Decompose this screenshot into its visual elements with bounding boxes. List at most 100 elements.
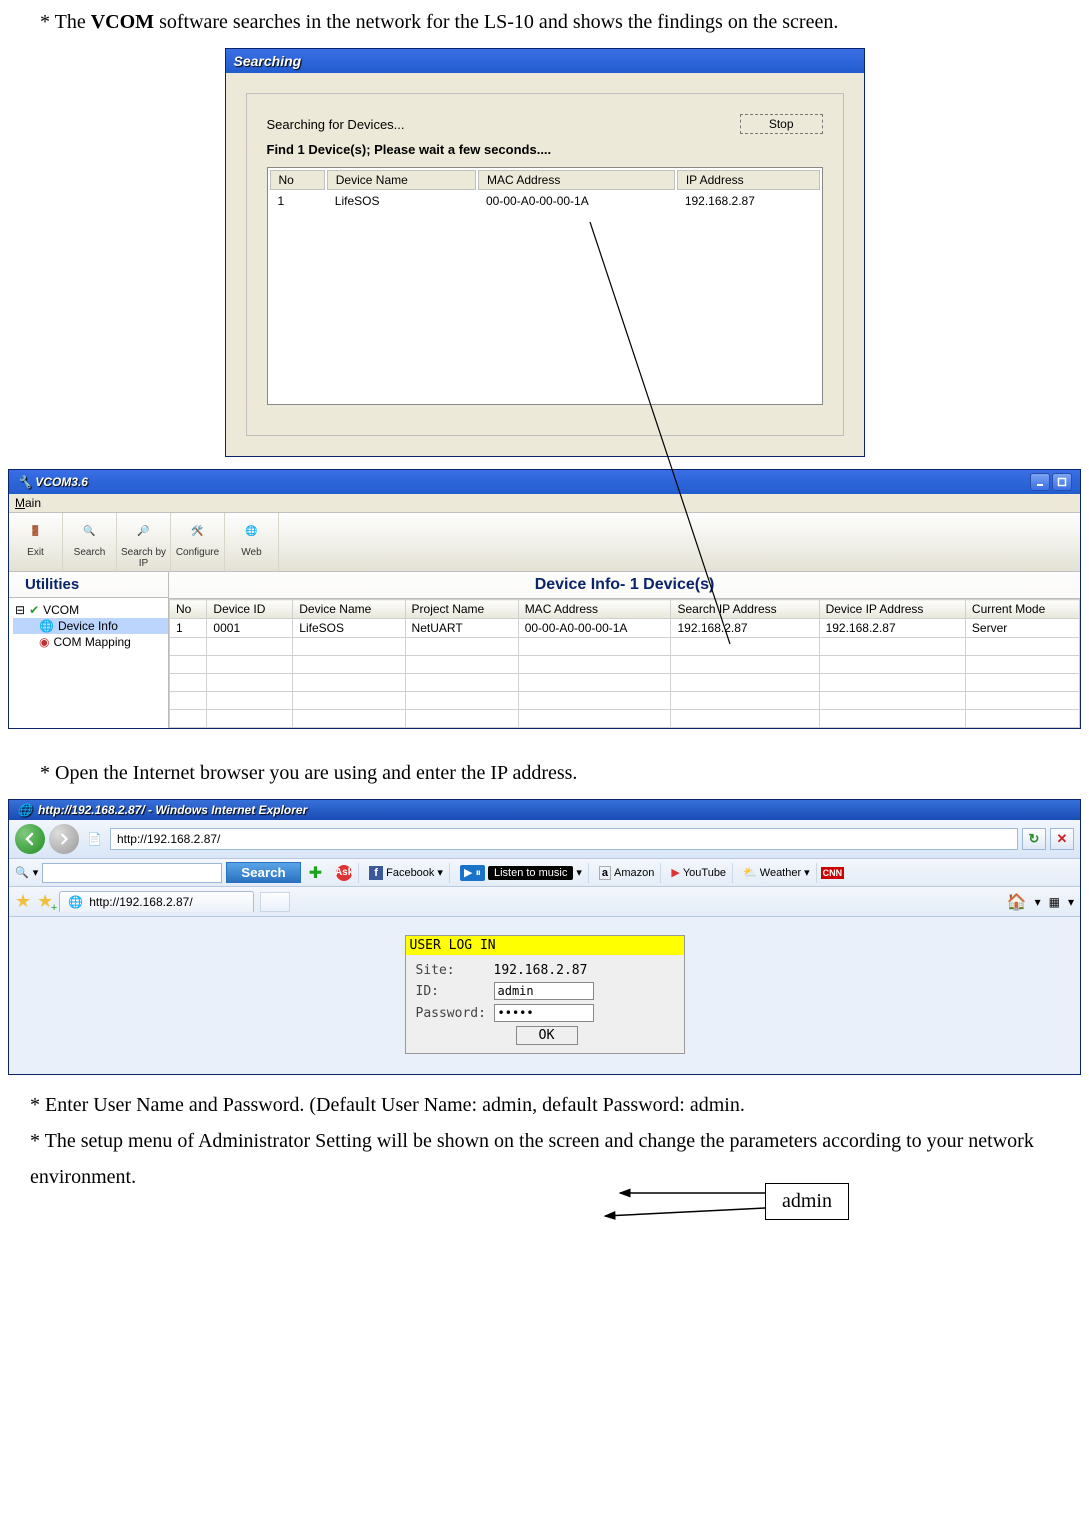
final-instructions: * Enter User Name and Password. (Default… [30,1087,1059,1195]
password-label: Password: [416,1006,488,1021]
stop-button[interactable]: Stop [740,114,823,134]
maximize-button[interactable] [1052,473,1072,491]
ie-window: 🌐 http://192.168.2.87/ - Windows Interne… [8,799,1081,1075]
ie-title-text: http://192.168.2.87/ - Windows Internet … [38,803,307,817]
toolbar-web[interactable]: 🌐Web [225,513,279,571]
device-grid: No Device ID Device Name Project Name MA… [169,599,1080,728]
vcom-title-text: VCOM3.6 [35,475,88,489]
back-button[interactable] [15,824,45,854]
vcom-toolbar: 🚪Exit 🔍Search 🔎Search by IP 🛠️Configure … [9,513,1080,572]
instr-credentials: * Enter User Name and Password. (Default… [30,1087,1059,1123]
intro-vcom: VCOM [91,11,154,33]
instr-admin-setting: * The setup menu of Administrator Settin… [30,1123,1059,1195]
step-open-browser: * Open the Internet browser you are usin… [40,759,1049,787]
grid-col-mode[interactable]: Current Mode [965,600,1079,619]
toolbar-exit[interactable]: 🚪Exit [9,513,63,571]
address-input[interactable] [110,828,1018,850]
grid-col-id[interactable]: Device ID [207,600,293,619]
site-label: Site: [416,963,488,978]
plus-icon[interactable]: ✚ [305,863,326,883]
login-panel: USER LOG IN Site: 192.168.2.87 ID: Passw… [405,935,685,1054]
minus-icon: ⊟ [15,603,25,617]
globe-icon: 🌐 [238,517,266,545]
intro-line: * The VCOM software searches in the netw… [40,8,1049,36]
col-no[interactable]: No [270,170,325,190]
searching-label: Searching for Devices... [267,117,405,132]
amazon-link[interactable]: aAmazon [593,863,661,883]
login-title: USER LOG IN [406,936,684,955]
col-ip[interactable]: IP Address [677,170,820,190]
tree-root-vcom[interactable]: ⊟✔VCOM [13,602,168,618]
intro-rest: software searches in the network for the… [154,11,838,33]
utilities-header: Utilities [9,572,168,598]
com-icon: ◉ [39,635,49,649]
refresh-button[interactable]: ↻ [1022,828,1046,850]
searching-results-table: No Device Name MAC Address IP Address 1 … [267,167,823,405]
tools-icon: 🛠️ [184,517,212,545]
favorites-star-icon[interactable]: ★ [15,891,31,912]
vcom-tree: ⊟✔VCOM 🌐Device Info ◉COM Mapping [9,598,168,728]
site-value: 192.168.2.87 [494,963,588,978]
toolbar-search[interactable]: 🔍Search [63,513,117,571]
search-button[interactable]: Search [226,862,300,883]
ie-tab-row: ★ ★+ 🌐 http://192.168.2.87/ 🏠▾ ▦▾ [9,887,1080,917]
searching-dialog: Searching Searching for Devices... Stop … [225,48,865,457]
home-icon[interactable]: 🏠 [1007,892,1027,912]
add-favorite-icon[interactable]: ★+ [37,891,53,912]
cell-ip: 192.168.2.87 [677,192,820,210]
toolbar-configure[interactable]: 🛠️Configure [171,513,225,571]
vcom-titlebar: 🔧 VCOM3.6 [9,470,1080,494]
ie-titlebar: 🌐 http://192.168.2.87/ - Windows Interne… [9,800,1080,820]
tab-label: http://192.168.2.87/ [89,895,192,909]
grid-col-sip[interactable]: Search IP Address [671,600,819,619]
cell-name: LifeSOS [327,192,476,210]
toolbar-search-ip[interactable]: 🔎Search by IP [117,513,171,571]
magnify-icon: 🔍 [76,517,104,545]
callout-admin: admin [765,1183,849,1220]
ok-button[interactable]: OK [516,1026,578,1045]
new-tab-button[interactable] [260,892,290,912]
id-label: ID: [416,984,488,999]
ie-search-toolbar: 🔍▾ Search ✚ Ask fFacebook ▾ ▶ ⏸Listen to… [9,859,1080,887]
searching-titlebar: Searching [226,49,864,73]
stop-nav-button[interactable]: ✕ [1050,828,1074,850]
magnify-ip-icon: 🔎 [130,517,158,545]
weather-link[interactable]: ⛅Weather ▾ [737,863,817,883]
page-icon: 📄 [83,832,106,846]
password-field[interactable] [494,1004,594,1022]
facebook-link[interactable]: fFacebook ▾ [363,863,450,883]
grid-col-proj[interactable]: Project Name [405,600,518,619]
intro-prefix: * The [40,11,91,33]
cell-no: 1 [270,192,325,210]
minimize-button[interactable] [1030,473,1050,491]
ie-nav-bar: 📄 ↻ ✕ [9,820,1080,859]
grid-col-dip[interactable]: Device IP Address [819,600,965,619]
grid-col-name[interactable]: Device Name [293,600,405,619]
youtube-link[interactable]: ▶YouTube [665,863,733,883]
globe-small-icon: 🌐 [39,619,54,633]
browser-tab[interactable]: 🌐 http://192.168.2.87/ [59,891,253,912]
listen-music-link[interactable]: ▶ ⏸Listen to music ▾ [454,863,589,883]
check-icon: ✔ [29,603,39,617]
device-info-header: Device Info- 1 Device(s) [169,572,1080,599]
tree-com-mapping[interactable]: ◉COM Mapping [13,634,168,650]
table-row[interactable]: 1 LifeSOS 00-00-A0-00-00-1A 192.168.2.87 [270,192,820,210]
feeds-icon[interactable]: ▦ [1049,895,1060,909]
col-devname[interactable]: Device Name [327,170,476,190]
forward-button[interactable] [49,824,79,854]
ie-icon: 🌐 [17,803,32,817]
table-row[interactable]: 1 0001 LifeSOS NetUART 00-00-A0-00-00-1A… [170,619,1080,638]
menu-main[interactable]: Main [9,494,1080,513]
search-input[interactable] [42,863,222,883]
cnn-icon[interactable]: CNN [821,867,845,879]
tree-device-info[interactable]: 🌐Device Info [13,618,168,634]
col-mac[interactable]: MAC Address [478,170,675,190]
id-field[interactable] [494,982,594,1000]
door-icon: 🚪 [22,517,50,545]
ask-icon[interactable]: Ask [330,863,359,883]
magnify-icon: 🔍 [15,866,29,879]
cell-mac: 00-00-A0-00-00-1A [478,192,675,210]
grid-col-mac[interactable]: MAC Address [518,600,671,619]
grid-col-no[interactable]: No [170,600,207,619]
ie-tab-icon: 🌐 [68,895,83,909]
